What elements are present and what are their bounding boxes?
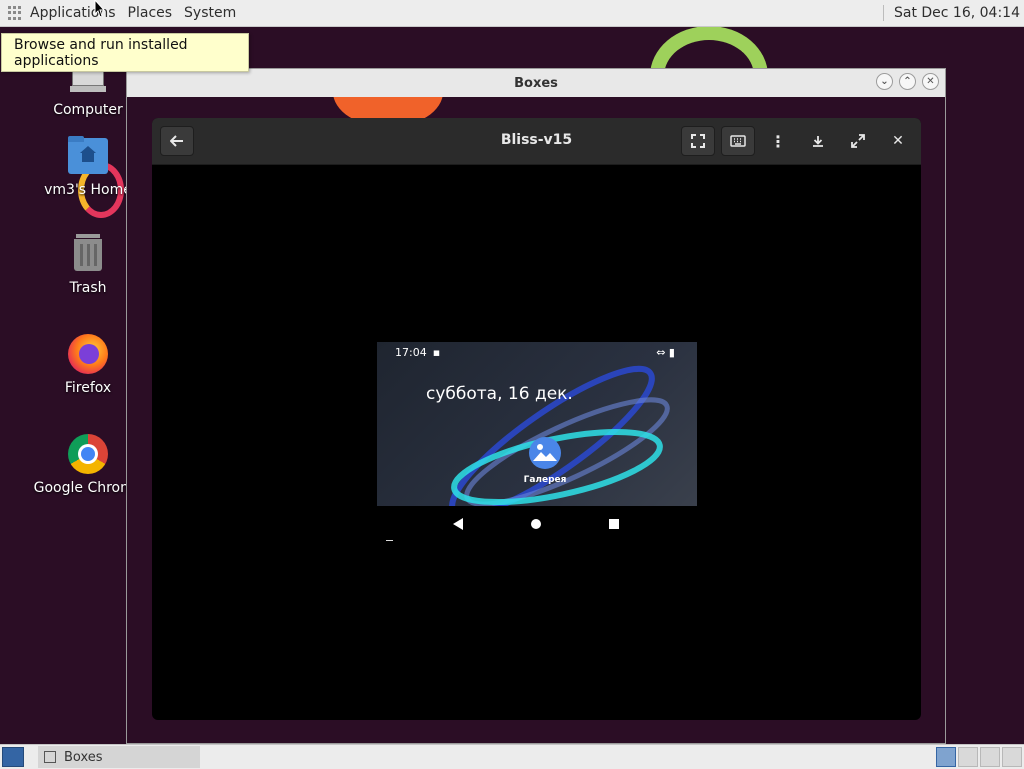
gallery-app-label: Галерея [523, 475, 567, 485]
applications-menu[interactable]: Applications [30, 5, 122, 21]
workspace-2[interactable] [958, 747, 978, 767]
firefox-icon [66, 332, 110, 376]
keyboard-icon [730, 135, 746, 147]
fullscreen-icon [691, 134, 705, 148]
workspace-4[interactable] [1002, 747, 1022, 767]
back-button[interactable] [160, 126, 194, 156]
android-nav-home-icon[interactable] [530, 518, 542, 530]
show-desktop-button[interactable] [2, 747, 24, 767]
window-title: Boxes [514, 75, 558, 91]
fullscreen-button[interactable] [681, 126, 715, 156]
mouse-cursor-icon [94, 0, 106, 18]
bottom-taskbar: Boxes [0, 744, 1024, 769]
chevron-down-icon: ⌄ [880, 75, 889, 87]
android-status-bar: 17:04 ▪ ⇔ ▮ [395, 346, 675, 359]
gallery-app-icon[interactable] [529, 437, 561, 469]
chevron-up-icon: ⌃ [903, 75, 912, 87]
maximize-button[interactable]: ⌃ [899, 73, 916, 90]
close-icon: ✕ [926, 75, 935, 87]
gallery-icon [533, 444, 557, 461]
expand-icon [851, 134, 865, 148]
workspace-3[interactable] [980, 747, 1000, 767]
expand-button[interactable] [841, 126, 875, 156]
home-folder-icon [66, 134, 110, 178]
android-date: суббота, 16 дек. [426, 384, 573, 404]
minimize-button[interactable]: ⌄ [876, 73, 893, 90]
close-icon: ✕ [892, 133, 904, 149]
trash-icon [66, 232, 110, 276]
places-menu[interactable]: Places [122, 5, 179, 21]
text-cursor-marker [386, 540, 393, 541]
menu-button[interactable]: ⋮ [761, 126, 795, 156]
applications-grid-icon[interactable] [8, 6, 22, 20]
menu-icon: ⋮ [770, 131, 786, 151]
taskbar-item-boxes[interactable]: Boxes [38, 746, 200, 768]
top-panel: Applications Places System Sat Dec 16, 0… [0, 0, 1024, 27]
vm-header-bar: Bliss-v15 ⋮ ✕ [152, 118, 921, 165]
workspace-1[interactable] [936, 747, 956, 767]
android-screen[interactable]: 17:04 ▪ ⇔ ▮ суббота, 16 дек. Галерея [377, 342, 697, 506]
window-titlebar[interactable]: Boxes ⌄ ⌃ ✕ [127, 69, 945, 98]
workspace-switcher [936, 747, 1022, 767]
android-time: 17:04 [395, 346, 427, 359]
battery-icon: ⇔ ▮ [656, 346, 675, 359]
panel-separator [882, 5, 884, 21]
sd-card-icon: ▪ [432, 346, 441, 359]
keyboard-button[interactable] [721, 126, 755, 156]
boxes-app-icon [44, 751, 56, 763]
download-icon [813, 136, 823, 147]
back-arrow-icon [170, 135, 183, 147]
android-nav-recents-icon[interactable] [608, 518, 620, 530]
download-button[interactable] [801, 126, 835, 156]
chrome-icon [66, 432, 110, 476]
applications-tooltip: Browse and run installed applications [1, 33, 249, 72]
panel-clock[interactable]: Sat Dec 16, 04:14 [894, 5, 1020, 21]
android-nav-back-icon[interactable] [452, 517, 464, 531]
window-close-button[interactable]: ✕ [922, 73, 939, 90]
system-menu[interactable]: System [178, 5, 242, 21]
taskbar-item-label: Boxes [64, 749, 103, 765]
vm-close-button[interactable]: ✕ [881, 126, 915, 156]
